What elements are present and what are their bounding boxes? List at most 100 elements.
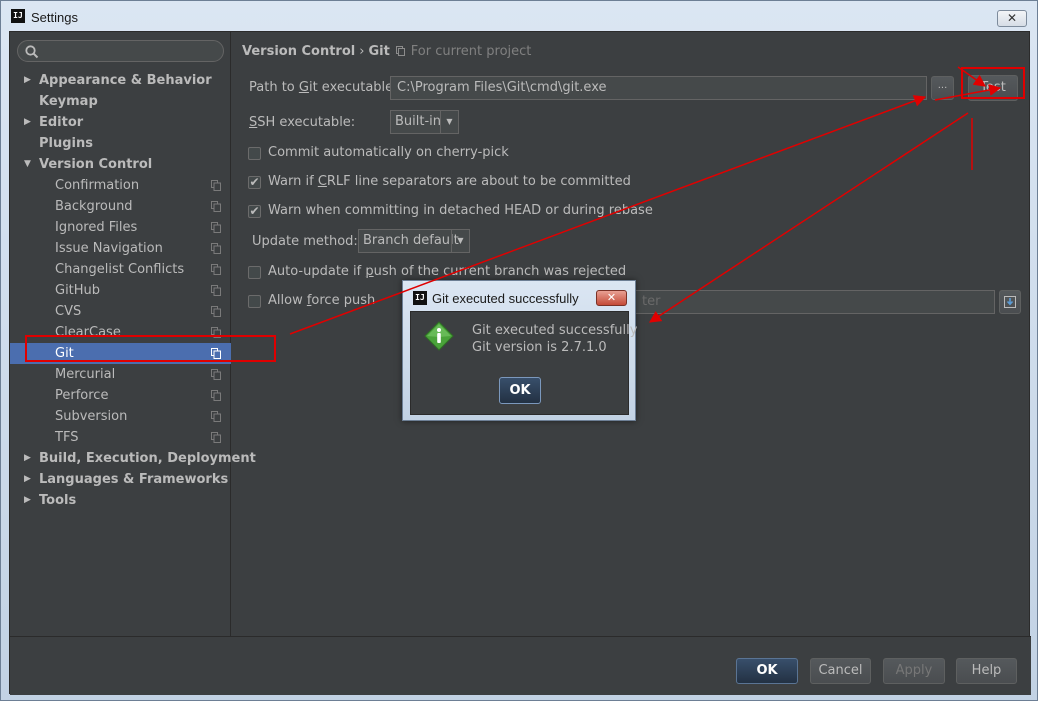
project-scope-icon [211, 327, 221, 338]
sidebar-item-label: Keymap [39, 94, 98, 109]
checkbox-checked[interactable]: ✔ [248, 176, 261, 189]
sidebar-item-cvs[interactable]: CVS [10, 301, 231, 322]
sidebar-item-subversion[interactable]: Subversion [10, 406, 231, 427]
window-title: Settings [31, 10, 78, 25]
sidebar-item-github[interactable]: GitHub [10, 280, 231, 301]
close-icon: ✕ [1006, 11, 1018, 25]
sidebar-item-changelist-conflicts[interactable]: Changelist Conflicts [10, 259, 231, 280]
sidebar-item-label: Perforce [55, 388, 109, 403]
intellij-app-icon: IJ [11, 9, 25, 23]
expanded-arrow-icon[interactable]: ▼ [24, 154, 31, 175]
git-path-input[interactable]: C:\Program Files\Git\cmd\git.exe [390, 76, 927, 100]
sidebar-item-label: TFS [55, 430, 79, 445]
sidebar-item-label: Version Control [39, 157, 153, 172]
auto-update-label: Auto-update if push of the current branc… [268, 264, 627, 279]
project-scope-icon [211, 369, 221, 380]
checkbox-box[interactable] [248, 295, 261, 308]
project-scope-icon [211, 285, 221, 296]
dialog-close-button[interactable]: ✕ [596, 290, 627, 306]
project-scope-icon [395, 46, 405, 56]
sidebar-item-label: Plugins [39, 136, 93, 151]
search-icon [25, 45, 39, 59]
sidebar-item-label: Subversion [55, 409, 128, 424]
help-button[interactable]: Help [956, 658, 1017, 684]
browse-button[interactable]: ... [931, 76, 954, 100]
test-button[interactable]: Test [968, 75, 1018, 101]
allow-force-push-label: Allow force push [268, 293, 376, 308]
sidebar-item-languages-frameworks[interactable]: ▶ Languages & Frameworks [10, 469, 231, 490]
breadcrumb: Version Control › Git For current project [242, 44, 531, 59]
sidebar-item-label: Mercurial [55, 367, 116, 382]
sidebar-item-build-execution-deployment[interactable]: ▶ Build, Execution, Deployment [10, 448, 256, 469]
sidebar-item-label: Changelist Conflicts [55, 262, 185, 277]
project-scope-icon [211, 432, 221, 443]
collapsed-arrow-icon[interactable]: ▶ [24, 112, 31, 133]
apply-button[interactable]: Apply [883, 658, 945, 684]
dialog-message-line-1: Git executed successfully [472, 323, 638, 338]
collapsed-arrow-icon[interactable]: ▶ [24, 469, 31, 490]
expand-field-button[interactable] [999, 290, 1021, 314]
sidebar-item-issue-navigation[interactable]: Issue Navigation [10, 238, 231, 259]
sidebar-item-label: Appearance & Behavior [39, 73, 212, 88]
collapsed-arrow-icon[interactable]: ▶ [24, 70, 31, 91]
project-scope-icon [211, 201, 221, 212]
collapsed-arrow-icon[interactable]: ▶ [24, 490, 31, 511]
sidebar-item-label: Issue Navigation [55, 241, 163, 256]
sidebar-item-appearance-behavior[interactable]: ▶ Appearance & Behavior [10, 70, 231, 91]
collapsed-arrow-icon[interactable]: ▶ [24, 448, 31, 469]
dialog-message-line-2: Git version is 2.7.1.0 [472, 340, 607, 355]
git-success-dialog: IJ Git executed successfully ✕ Git execu… [402, 280, 637, 421]
chevron-down-icon: ▼ [440, 111, 458, 133]
intellij-app-icon: IJ [413, 291, 427, 305]
sidebar-item-confirmation[interactable]: Confirmation [10, 175, 231, 196]
sidebar-item-version-control[interactable]: ▼ Version Control [10, 154, 231, 175]
chevron-down-icon: ▼ [451, 230, 469, 252]
title-bar: IJ Settings ✕ [1, 1, 1037, 31]
project-scope-icon [211, 348, 221, 359]
close-icon: ✕ [606, 291, 617, 304]
checkbox-checked[interactable]: ✔ [248, 205, 261, 218]
warn-detached-head-label: Warn when committing in detached HEAD or… [268, 203, 653, 218]
sidebar-item-label: ClearCase [55, 325, 121, 340]
git-path-label: Path to Git executable: [249, 80, 398, 95]
sidebar-item-plugins[interactable]: Plugins [10, 133, 231, 154]
checkbox-box[interactable] [248, 147, 261, 160]
sidebar-item-label: Background [55, 199, 133, 214]
checkbox-box[interactable] [248, 266, 261, 279]
sidebar-item-label: GitHub [55, 283, 101, 298]
sidebar-item-background[interactable]: Background [10, 196, 231, 217]
breadcrumb-scope: For current project [410, 44, 532, 59]
dialog-button-bar: OK Cancel Apply Help [10, 636, 1031, 695]
settings-sidebar: ▶ Appearance & Behavior Keymap ▶ Editor Plugi… [10, 32, 256, 636]
sidebar-item-tfs[interactable]: TFS [10, 427, 231, 448]
commit-cherry-pick-label: Commit automatically on cherry-pick [268, 145, 509, 160]
sidebar-item-editor[interactable]: ▶ Editor [10, 112, 231, 133]
sidebar-item-tools[interactable]: ▶ Tools [10, 490, 231, 511]
breadcrumb-parent: Version Control [242, 44, 356, 59]
update-method-select[interactable]: Branch default ▼ [358, 229, 470, 253]
project-scope-icon [211, 306, 221, 317]
ok-button[interactable]: OK [736, 658, 798, 684]
window-close-button[interactable]: ✕ [997, 10, 1027, 27]
protected-branches-text: ter [642, 294, 661, 309]
project-scope-icon [211, 243, 221, 254]
sidebar-item-git[interactable]: Git [10, 343, 231, 364]
ssh-executable-label: SSH executable: [249, 115, 356, 130]
sidebar-item-clearcase[interactable]: ClearCase [10, 322, 231, 343]
project-scope-icon [211, 390, 221, 401]
settings-search-input[interactable] [17, 40, 224, 62]
update-method-label: Update method: [252, 234, 358, 249]
sidebar-item-perforce[interactable]: Perforce [10, 385, 231, 406]
sidebar-item-label: Languages & Frameworks [39, 472, 229, 487]
sidebar-item-keymap[interactable]: Keymap [10, 91, 231, 112]
dialog-title: Git executed successfully [432, 291, 579, 306]
dialog-body: Git executed successfully Git version is… [410, 311, 637, 415]
sidebar-item-mercurial[interactable]: Mercurial [10, 364, 231, 385]
protected-branches-input[interactable]: ter [612, 290, 995, 314]
sidebar-item-label: Confirmation [55, 178, 140, 193]
sidebar-item-ignored-files[interactable]: Ignored Files [10, 217, 231, 238]
ssh-executable-select[interactable]: Built-in ▼ [390, 110, 459, 134]
dialog-ok-button[interactable]: OK [499, 377, 541, 404]
ssh-executable-value: Built-in [395, 114, 442, 129]
cancel-button[interactable]: Cancel [810, 658, 871, 684]
